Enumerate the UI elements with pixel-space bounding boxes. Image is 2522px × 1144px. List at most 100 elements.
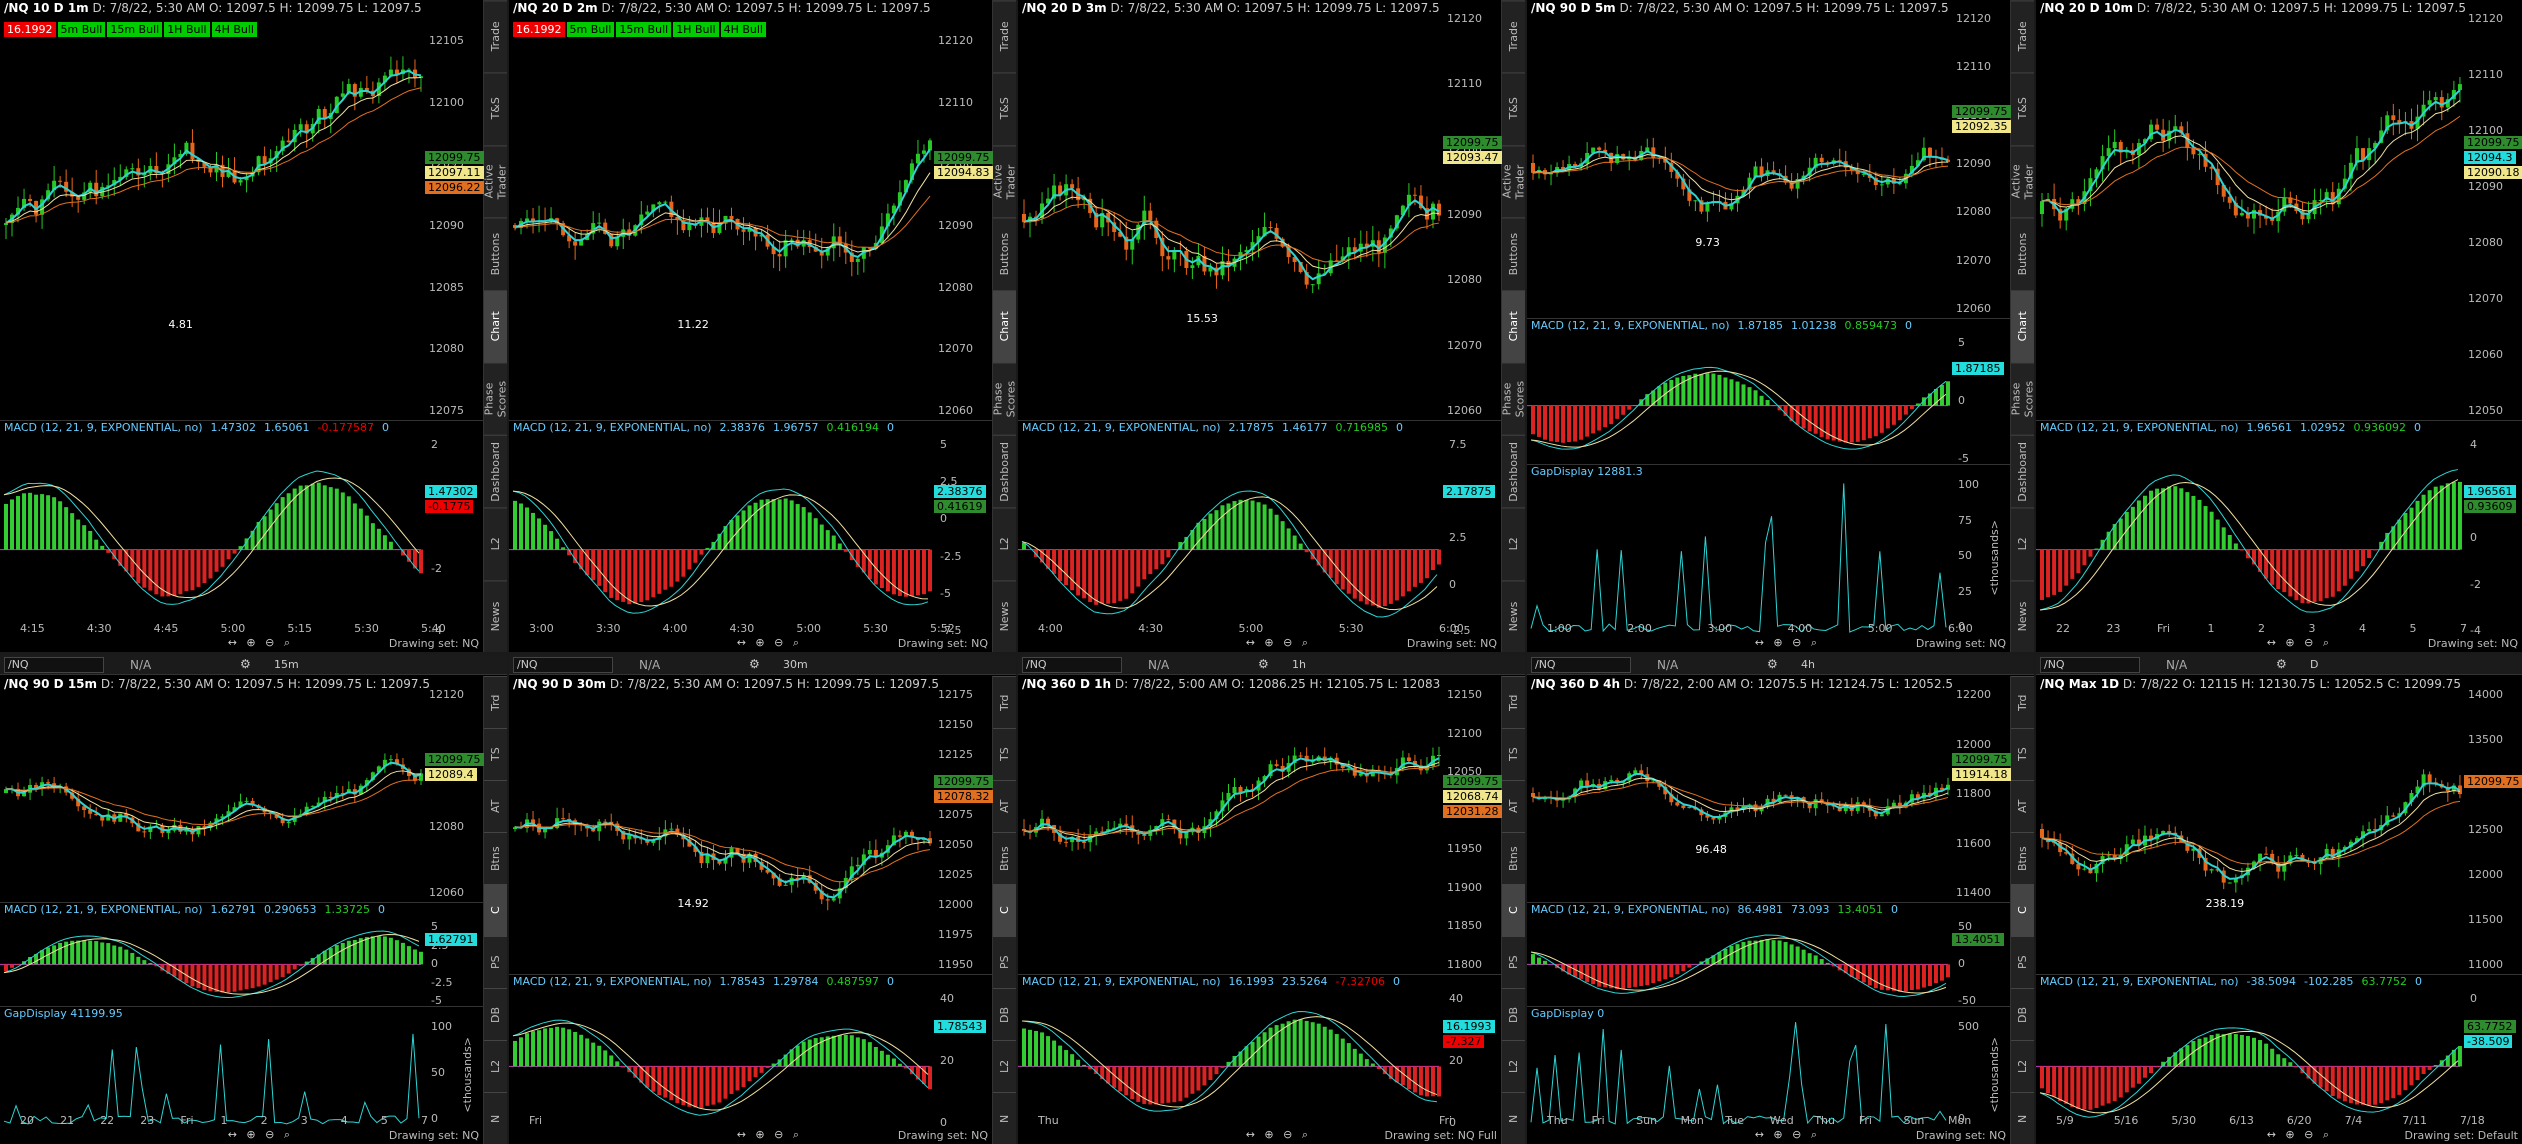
side-tab[interactable]: Dashboard bbox=[993, 434, 1016, 508]
side-tab[interactable]: C bbox=[993, 884, 1016, 936]
side-tab[interactable]: Trd bbox=[1502, 676, 1525, 728]
side-tab[interactable]: L2 bbox=[484, 1040, 507, 1092]
chart-canvas[interactable] bbox=[1018, 655, 1501, 1128]
side-tab[interactable]: Phase Scores bbox=[992, 362, 1016, 435]
side-tab[interactable]: Btns bbox=[993, 832, 1016, 884]
side-tab[interactable]: DB bbox=[1502, 988, 1525, 1040]
side-tab[interactable]: Buttons bbox=[1502, 217, 1525, 290]
drawing-set-label[interactable]: Drawing set: NQ bbox=[898, 1129, 988, 1142]
side-tab[interactable]: Trd bbox=[2011, 676, 2034, 728]
zoom-tools[interactable]: ↔ ⊕ ⊖ ⌕ bbox=[737, 1128, 802, 1142]
side-tab[interactable]: News bbox=[993, 579, 1016, 652]
side-tab[interactable]: Active Trader bbox=[992, 144, 1016, 218]
chart-panel[interactable]: /NQ N/A ⚙ D/NQ Max 1D D: 7/8/22 O: 12115 H:… bbox=[2036, 655, 2522, 1144]
side-tab[interactable]: Trade bbox=[484, 0, 507, 73]
side-tab[interactable]: TS bbox=[1502, 728, 1525, 780]
side-tab[interactable]: Dashboard bbox=[1502, 434, 1525, 508]
side-tab[interactable]: AT bbox=[993, 780, 1016, 832]
chart-panel[interactable]: /NQ 10 D 1m D: 7/8/22, 5:30 AM O: 12097.… bbox=[0, 0, 507, 652]
side-tab[interactable]: Chart bbox=[2011, 289, 2034, 363]
chart-canvas[interactable] bbox=[509, 655, 992, 1128]
side-tab[interactable]: Btns bbox=[484, 832, 507, 884]
side-tab[interactable]: Trade bbox=[993, 0, 1016, 73]
side-tab[interactable]: Buttons bbox=[993, 217, 1016, 290]
side-tab[interactable]: Phase Scores bbox=[1501, 362, 1525, 435]
side-tab[interactable]: L2 bbox=[2011, 507, 2034, 580]
zoom-tools[interactable]: ↔ ⊕ ⊖ ⌕ bbox=[1755, 636, 1820, 650]
drawing-set-label[interactable]: Drawing set: NQ bbox=[1916, 1129, 2006, 1142]
chart-canvas[interactable] bbox=[0, 0, 483, 636]
side-tab[interactable]: DB bbox=[993, 988, 1016, 1040]
side-tab[interactable]: Dashboard bbox=[2011, 434, 2034, 508]
side-tab[interactable]: T&S bbox=[993, 72, 1016, 145]
side-tab[interactable]: TS bbox=[484, 728, 507, 780]
zoom-tools[interactable]: ↔ ⊕ ⊖ ⌕ bbox=[228, 1128, 293, 1142]
chart-panel[interactable]: /NQ 20 D 3m D: 7/8/22, 5:30 AM O: 12097.… bbox=[1018, 0, 1525, 652]
side-tab[interactable]: N bbox=[2011, 1092, 2034, 1144]
zoom-tools[interactable]: ↔ ⊕ ⊖ ⌕ bbox=[1246, 636, 1311, 650]
chart-panel[interactable]: /NQ N/A ⚙ 30m/NQ 90 D 30m D: 7/8/22, 5:30 A… bbox=[509, 655, 1016, 1144]
side-tab[interactable]: C bbox=[1502, 884, 1525, 936]
side-tab[interactable]: Chart bbox=[993, 289, 1016, 363]
chart-panel[interactable]: /NQ 90 D 5m D: 7/8/22, 5:30 AM O: 12097.… bbox=[1527, 0, 2034, 652]
chart-panel[interactable]: /NQ 20 D 10m D: 7/8/22, 5:30 AM O: 12097… bbox=[2036, 0, 2522, 652]
side-tab[interactable]: Btns bbox=[1502, 832, 1525, 884]
chart-canvas[interactable] bbox=[1527, 655, 2010, 1128]
side-tab[interactable]: DB bbox=[484, 988, 507, 1040]
side-tab[interactable]: Active Trader bbox=[483, 144, 507, 218]
side-tab[interactable]: AT bbox=[2011, 780, 2034, 832]
chart-panel[interactable]: /NQ N/A ⚙ 1h/NQ 360 D 1h D: 7/8/22, 5:00 AM… bbox=[1018, 655, 1525, 1144]
side-tab[interactable]: Chart bbox=[484, 289, 507, 363]
chart-panel[interactable]: /NQ N/A ⚙ 4h/NQ 360 D 4h D: 7/8/22, 2:00 AM… bbox=[1527, 655, 2034, 1144]
drawing-set-label[interactable]: Drawing set: NQ bbox=[1916, 637, 2006, 650]
side-tab[interactable]: AT bbox=[1502, 780, 1525, 832]
drawing-set-label[interactable]: Drawing set: Default bbox=[2405, 1129, 2518, 1142]
side-tab[interactable]: T&S bbox=[484, 72, 507, 145]
side-tab[interactable]: Btns bbox=[2011, 832, 2034, 884]
chart-panel[interactable]: /NQ 20 D 2m D: 7/8/22, 5:30 AM O: 12097.… bbox=[509, 0, 1016, 652]
side-tab[interactable]: Trade bbox=[1502, 0, 1525, 73]
side-tab[interactable]: T&S bbox=[2011, 72, 2034, 145]
side-tab[interactable]: Active Trader bbox=[2010, 144, 2034, 218]
side-tab[interactable]: Trd bbox=[993, 676, 1016, 728]
side-tab[interactable]: News bbox=[2011, 579, 2034, 652]
side-tab[interactable]: TS bbox=[993, 728, 1016, 780]
side-tab[interactable]: L2 bbox=[1502, 507, 1525, 580]
drawing-set-label[interactable]: Drawing set: NQ bbox=[389, 637, 479, 650]
chart-canvas[interactable] bbox=[2036, 655, 2522, 1128]
zoom-tools[interactable]: ↔ ⊕ ⊖ ⌕ bbox=[1246, 1128, 1311, 1142]
side-tab[interactable]: L2 bbox=[484, 507, 507, 580]
drawing-set-label[interactable]: Drawing set: NQ bbox=[1407, 637, 1497, 650]
side-tab[interactable]: Phase Scores bbox=[2010, 362, 2034, 435]
side-tab[interactable]: L2 bbox=[1502, 1040, 1525, 1092]
side-tab[interactable]: PS bbox=[484, 936, 507, 988]
side-tab[interactable]: News bbox=[1502, 579, 1525, 652]
drawing-set-label[interactable]: Drawing set: NQ bbox=[2428, 637, 2518, 650]
side-tab[interactable]: C bbox=[2011, 884, 2034, 936]
side-tab[interactable]: Active Trader bbox=[1501, 144, 1525, 218]
side-tab[interactable]: PS bbox=[2011, 936, 2034, 988]
zoom-tools[interactable]: ↔ ⊕ ⊖ ⌕ bbox=[228, 636, 293, 650]
side-tab[interactable]: PS bbox=[1502, 936, 1525, 988]
side-tab[interactable]: N bbox=[484, 1092, 507, 1144]
side-tab[interactable]: C bbox=[484, 884, 507, 936]
zoom-tools[interactable]: ↔ ⊕ ⊖ ⌕ bbox=[2267, 1128, 2332, 1142]
chart-canvas[interactable] bbox=[2036, 0, 2522, 636]
side-tab[interactable]: Trade bbox=[2011, 0, 2034, 73]
side-tab[interactable]: L2 bbox=[2011, 1040, 2034, 1092]
zoom-tools[interactable]: ↔ ⊕ ⊖ ⌕ bbox=[2267, 636, 2332, 650]
drawing-set-label[interactable]: Drawing set: NQ bbox=[389, 1129, 479, 1142]
side-tab[interactable]: Buttons bbox=[2011, 217, 2034, 290]
side-tab[interactable]: N bbox=[1502, 1092, 1525, 1144]
side-tab[interactable]: PS bbox=[993, 936, 1016, 988]
side-tab[interactable]: Dashboard bbox=[484, 434, 507, 508]
drawing-set-label[interactable]: Drawing set: NQ bbox=[898, 637, 988, 650]
side-tab[interactable]: T&S bbox=[1502, 72, 1525, 145]
side-tab[interactable]: L2 bbox=[993, 1040, 1016, 1092]
side-tab[interactable]: News bbox=[484, 579, 507, 652]
zoom-tools[interactable]: ↔ ⊕ ⊖ ⌕ bbox=[737, 636, 802, 650]
drawing-set-label[interactable]: Drawing set: NQ Full bbox=[1385, 1129, 1497, 1142]
chart-panel[interactable]: /NQ N/A ⚙ 15m/NQ 90 D 15m D: 7/8/22, 5:30 A… bbox=[0, 655, 507, 1144]
side-tab[interactable]: AT bbox=[484, 780, 507, 832]
chart-canvas[interactable] bbox=[1018, 0, 1501, 636]
